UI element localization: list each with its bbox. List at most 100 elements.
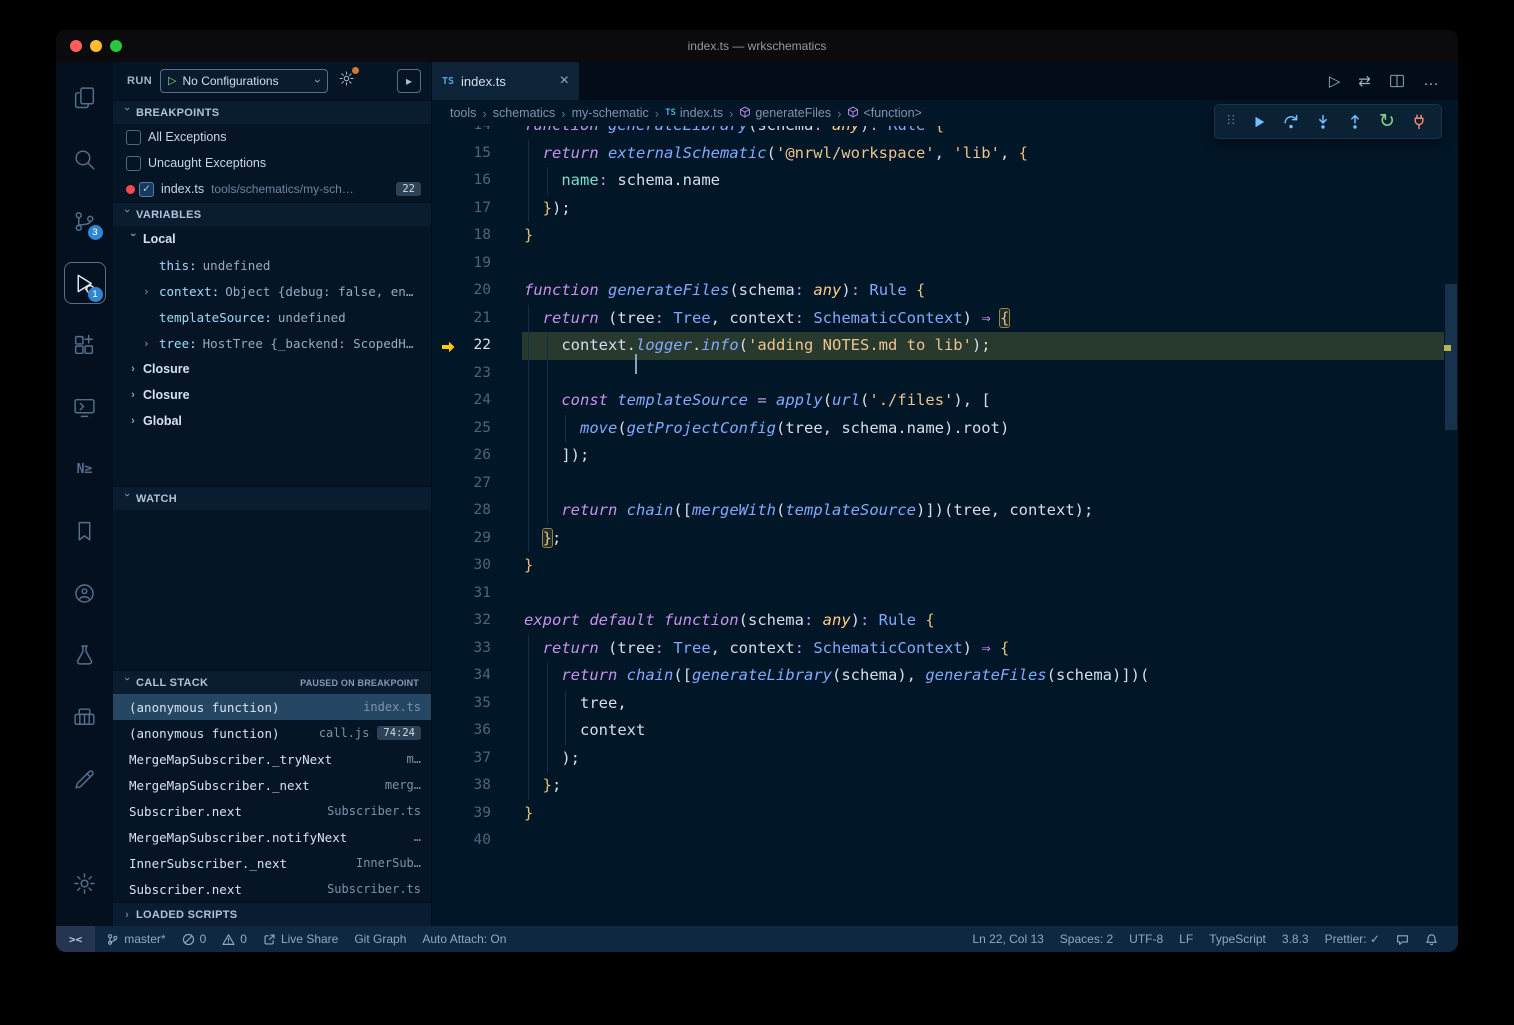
errors-count[interactable]: 0 bbox=[174, 926, 215, 952]
breakpoint-checkbox[interactable] bbox=[126, 130, 141, 145]
live-share-icon[interactable] bbox=[60, 562, 110, 624]
scope-global[interactable]: ›Global bbox=[113, 408, 431, 434]
code-line[interactable]: 17 }); bbox=[432, 195, 1444, 223]
close-tab-icon[interactable]: × bbox=[560, 73, 569, 89]
breakpoint-checkbox[interactable] bbox=[126, 156, 141, 171]
variable-row[interactable]: this:undefined bbox=[113, 252, 431, 278]
watch-header[interactable]: › WATCH bbox=[113, 486, 431, 510]
more-actions-icon[interactable]: … bbox=[1423, 72, 1440, 90]
code-line[interactable]: 23 bbox=[432, 360, 1444, 388]
stack-frame[interactable]: InnerSubscriber._nextInnerSub… bbox=[113, 850, 431, 876]
step-into-button[interactable] bbox=[1307, 108, 1339, 136]
eol[interactable]: LF bbox=[1171, 926, 1201, 952]
breakpoint-item[interactable]: All Exceptions bbox=[113, 124, 431, 150]
breakpoint-item[interactable]: ✓index.tstools/schematics/my-sch…22 bbox=[113, 176, 431, 202]
code-line[interactable]: 30} bbox=[432, 552, 1444, 580]
breadcrumb-item[interactable]: generateFiles bbox=[739, 106, 831, 121]
code-line[interactable]: 36 context bbox=[432, 717, 1444, 745]
breadcrumb-item[interactable]: my-schematic bbox=[572, 106, 649, 120]
code-line[interactable]: 33 return (tree: Tree, context: Schemati… bbox=[432, 635, 1444, 663]
step-over-button[interactable] bbox=[1275, 108, 1307, 136]
docker-icon[interactable] bbox=[60, 686, 110, 748]
loaded-scripts-header[interactable]: › LOADED SCRIPTS bbox=[113, 902, 431, 926]
code-line[interactable]: 19 bbox=[432, 250, 1444, 278]
stack-frame[interactable]: (anonymous function)call.js74:24 bbox=[113, 720, 431, 746]
breadcrumb-item[interactable]: <function> bbox=[847, 106, 921, 121]
notifications-bell[interactable] bbox=[1417, 926, 1446, 952]
code-line[interactable]: 28 return chain([mergeWith(templateSourc… bbox=[432, 497, 1444, 525]
code-line[interactable]: 20function generateFiles(schema: any): R… bbox=[432, 277, 1444, 305]
run-or-debug-icon[interactable]: ▷ bbox=[1329, 72, 1341, 90]
code-line[interactable]: 25 move(getProjectConfig(tree, schema.na… bbox=[432, 415, 1444, 443]
code-line[interactable]: 21 return (tree: Tree, context: Schemati… bbox=[432, 305, 1444, 333]
git-branch[interactable]: master* bbox=[98, 926, 173, 952]
code-editor[interactable]: 14function generateLibrary(schema: any):… bbox=[432, 126, 1458, 926]
zoom-window-button[interactable] bbox=[110, 40, 122, 52]
indentation[interactable]: Spaces: 2 bbox=[1052, 926, 1121, 952]
stack-frame[interactable]: (anonymous function)index.ts bbox=[113, 694, 431, 720]
variable-row[interactable]: templateSource:undefined bbox=[113, 304, 431, 330]
code-line[interactable]: 16 name: schema.name bbox=[432, 167, 1444, 195]
live-share[interactable]: Live Share bbox=[255, 926, 346, 952]
code-line[interactable]: 24 const templateSource = apply(url('./f… bbox=[432, 387, 1444, 415]
continue-button[interactable] bbox=[1243, 108, 1275, 136]
stack-frame[interactable]: MergeMapSubscriber._tryNextm… bbox=[113, 746, 431, 772]
git-graph[interactable]: Git Graph bbox=[346, 926, 414, 952]
language-mode[interactable]: TypeScript bbox=[1201, 926, 1274, 952]
scope-closure[interactable]: ›Closure bbox=[113, 356, 431, 382]
warnings-count[interactable]: 0 bbox=[214, 926, 255, 952]
run-and-debug-icon[interactable]: 1 bbox=[60, 252, 110, 314]
remote-explorer-icon[interactable] bbox=[60, 376, 110, 438]
code-line[interactable]: 37 ); bbox=[432, 745, 1444, 773]
code-line[interactable]: 40 bbox=[432, 827, 1444, 855]
toolbar-drag-handle-icon[interactable] bbox=[1221, 112, 1241, 132]
scope-local[interactable]: ›Local bbox=[113, 226, 431, 252]
configure-gear-icon[interactable] bbox=[338, 70, 355, 92]
encoding[interactable]: UTF-8 bbox=[1121, 926, 1171, 952]
code-line[interactable]: 29 }; bbox=[432, 525, 1444, 553]
extensions-icon[interactable] bbox=[60, 314, 110, 376]
code-line[interactable]: 34 return chain([generateLibrary(schema)… bbox=[432, 662, 1444, 690]
variable-row[interactable]: ›context:Object {debug: false, en… bbox=[113, 278, 431, 304]
tab-index-ts[interactable]: TS index.ts × bbox=[432, 62, 579, 100]
scope-closure[interactable]: ›Closure bbox=[113, 382, 431, 408]
cursor-position[interactable]: Ln 22, Col 13 bbox=[964, 926, 1051, 952]
code-line[interactable]: 22 context.logger.info('adding NOTES.md … bbox=[432, 332, 1444, 360]
step-out-button[interactable] bbox=[1339, 108, 1371, 136]
feedback[interactable] bbox=[1388, 926, 1417, 952]
remote-indicator[interactable]: >< bbox=[56, 926, 95, 952]
stack-frame[interactable]: Subscriber.nextSubscriber.ts bbox=[113, 798, 431, 824]
start-debug-icon[interactable]: ▷ bbox=[168, 76, 176, 87]
variables-header[interactable]: › VARIABLES bbox=[113, 202, 431, 226]
editor-scrollbar[interactable] bbox=[1444, 126, 1458, 926]
manage-icon[interactable] bbox=[60, 852, 110, 914]
variable-row[interactable]: ›tree:HostTree {_backend: ScopedH… bbox=[113, 330, 431, 356]
launch-config-dropdown[interactable]: ▷ No Configurations › bbox=[160, 69, 328, 93]
stack-frame[interactable]: MergeMapSubscriber._nextmerg… bbox=[113, 772, 431, 798]
code-line[interactable]: 18} bbox=[432, 222, 1444, 250]
code-line[interactable]: 38 }; bbox=[432, 772, 1444, 800]
call-stack-header[interactable]: › CALL STACK PAUSED ON BREAKPOINT bbox=[113, 670, 431, 694]
code-line[interactable]: 26 ]); bbox=[432, 442, 1444, 470]
open-debug-console-icon[interactable]: ▸ bbox=[397, 69, 421, 93]
nx-console-icon[interactable]: N≥ bbox=[60, 438, 110, 500]
code-line[interactable]: 39} bbox=[432, 800, 1444, 828]
close-window-button[interactable] bbox=[70, 40, 82, 52]
open-changes-icon[interactable]: ⇄ bbox=[1358, 72, 1371, 90]
code-line[interactable]: 35 tree, bbox=[432, 690, 1444, 718]
ts-version[interactable]: 3.8.3 bbox=[1274, 926, 1317, 952]
code-line[interactable]: 27 bbox=[432, 470, 1444, 498]
explorer-icon[interactable] bbox=[60, 66, 110, 128]
code-line[interactable]: 31 bbox=[432, 580, 1444, 608]
code-line[interactable]: 32export default function(schema: any): … bbox=[432, 607, 1444, 635]
scrollbar-thumb[interactable] bbox=[1445, 284, 1457, 430]
bookmarks-icon[interactable] bbox=[60, 500, 110, 562]
breadcrumb-item[interactable]: schematics bbox=[493, 106, 556, 120]
edit-icon[interactable] bbox=[60, 748, 110, 810]
breakpoint-item[interactable]: Uncaught Exceptions bbox=[113, 150, 431, 176]
auto-attach[interactable]: Auto Attach: On bbox=[414, 926, 514, 952]
split-editor-icon[interactable] bbox=[1389, 73, 1405, 89]
stack-frame[interactable]: MergeMapSubscriber.notifyNext… bbox=[113, 824, 431, 850]
restart-button[interactable]: ↻ bbox=[1371, 108, 1403, 136]
prettier[interactable]: Prettier: ✓ bbox=[1317, 926, 1388, 952]
